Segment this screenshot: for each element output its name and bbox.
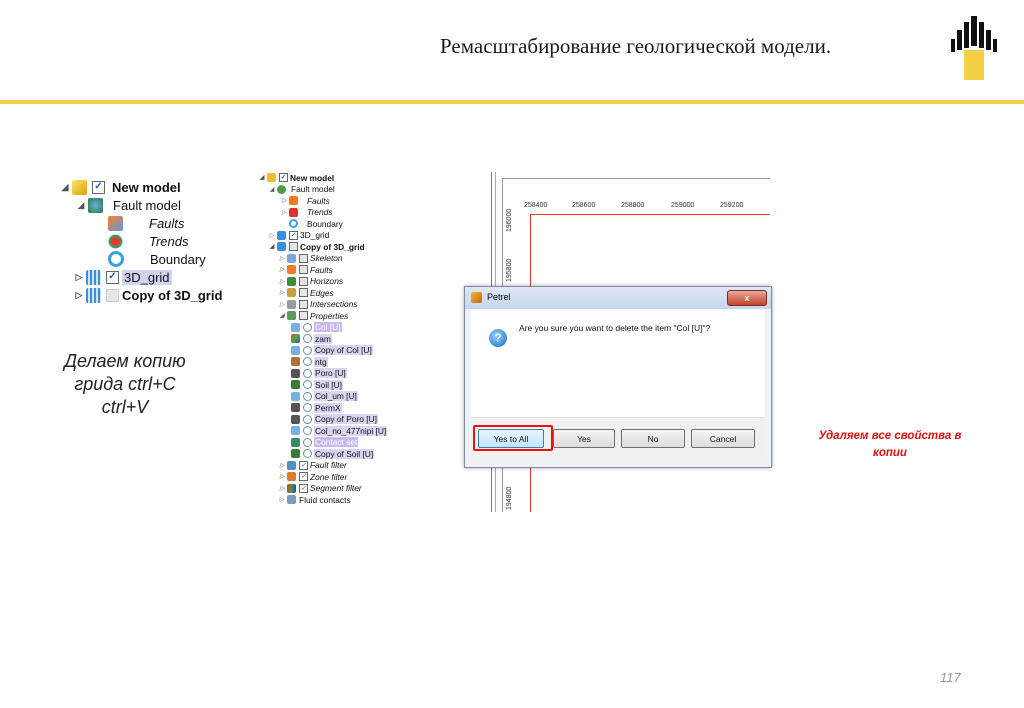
tree-item[interactable]: PermX	[290, 402, 342, 414]
tree-item[interactable]: Copy of Soil [U]	[290, 448, 375, 460]
header-divider	[0, 100, 1024, 104]
tree-item-boundary[interactable]: Boundary	[106, 250, 206, 268]
tree-item[interactable]: ntg	[290, 356, 328, 368]
cancel-button[interactable]: Cancel	[691, 429, 755, 448]
tree-item[interactable]: Col_um [U]	[290, 391, 358, 403]
tree-item[interactable]: ▷ Horizons	[278, 276, 343, 288]
tree-item[interactable]: ▷ Faults	[280, 195, 330, 207]
boundary-icon	[108, 251, 124, 267]
close-button[interactable]: x	[727, 290, 767, 306]
tree-item[interactable]: ▷ Faults	[278, 264, 333, 276]
y-tick: 195800	[506, 258, 513, 282]
tree-item[interactable]: ▷ Trends	[280, 207, 333, 219]
yes-to-all-button[interactable]: Yes to All	[478, 429, 544, 448]
visibility-checkbox[interactable]	[106, 270, 119, 284]
tree-item[interactable]: ◢New model	[258, 172, 335, 184]
y-tick: 194800	[506, 486, 513, 510]
no-button[interactable]: No	[621, 429, 685, 448]
tree-item-new-model[interactable]: ◢ New model	[60, 178, 181, 196]
tree-item[interactable]: ◢ Fault model	[268, 184, 335, 196]
tree-item-fault-model[interactable]: ◢ Fault model	[76, 196, 181, 214]
page-number: 117	[940, 670, 961, 685]
grid-icon	[86, 287, 101, 303]
tree-item[interactable]: Col_no_477nipi [U]	[290, 425, 388, 437]
note-delete-properties: Удаляем все свойства в копии	[818, 430, 962, 459]
tree-item[interactable]: ▷Zone filter	[278, 471, 348, 483]
tree-item-trends[interactable]: Trends	[106, 232, 189, 250]
tree-item[interactable]: Poro [U]	[290, 368, 347, 380]
visibility-checkbox[interactable]	[106, 288, 119, 302]
slide-title: Ремасштабирование геологической модели.	[440, 34, 832, 58]
tree-item[interactable]: ▷ Skeleton	[278, 253, 343, 265]
rosneft-logo-icon	[951, 16, 997, 80]
tree-item[interactable]: Copy of Col [U]	[290, 345, 373, 357]
tree-item[interactable]: zam	[290, 333, 332, 345]
x-tick: 259200	[720, 202, 744, 209]
tree-item[interactable]: ◢ Copy of 3D_grid	[268, 241, 365, 253]
close-icon: x	[744, 293, 750, 303]
tree-item[interactable]: Copy of Poro [U]	[290, 414, 378, 426]
dialog-message: Are you sure you want to delete the item…	[519, 323, 711, 333]
tree-item[interactable]: Boundary	[280, 218, 343, 230]
x-tick: 258800	[621, 202, 645, 209]
tree-item[interactable]: ▷ Intersections	[278, 299, 358, 311]
fault-model-icon	[88, 197, 103, 213]
faults-icon	[108, 215, 123, 231]
tree-item[interactable]: ▷3D_grid	[268, 230, 330, 242]
grid-icon	[86, 269, 101, 285]
dialog-title: Petrel	[487, 292, 511, 302]
dialog-titlebar[interactable]: Petrel x	[465, 287, 771, 309]
x-tick: 258600	[572, 202, 596, 209]
tree-item[interactable]: Col [U]	[290, 322, 342, 334]
x-tick: 258400	[524, 202, 548, 209]
expand-icon[interactable]: ▷	[74, 290, 84, 301]
yes-button[interactable]: Yes	[553, 429, 615, 448]
note-copy-grid: Делаем копию грида ctrl+C ctrl+V	[64, 351, 186, 417]
question-icon: ?	[489, 329, 507, 347]
collapse-icon[interactable]: ◢	[76, 200, 86, 211]
tree-item[interactable]: Soil [U]	[290, 379, 343, 391]
y-tick: 196000	[506, 208, 513, 232]
model-cube-icon	[72, 179, 87, 195]
confirm-delete-dialog: Petrel x ? Are you sure you want to dele…	[464, 286, 772, 468]
tree-item-faults[interactable]: Faults	[106, 214, 184, 232]
x-tick: 259000	[671, 202, 695, 209]
tree-item-3d-grid[interactable]: ▷ 3D_grid	[74, 268, 172, 286]
collapse-icon[interactable]: ◢	[60, 182, 70, 193]
visibility-checkbox[interactable]	[92, 180, 105, 194]
expand-icon[interactable]: ▷	[74, 272, 84, 283]
tree-item[interactable]: ▷Fault filter	[278, 460, 347, 472]
trends-icon	[108, 233, 123, 249]
tree-item[interactable]: ▷ Edges	[278, 287, 334, 299]
tree-item[interactable]: Contact set	[290, 437, 359, 449]
tree-item[interactable]: ▷ Fluid contacts	[278, 494, 351, 506]
tree-item[interactable]: ▷Segment filter	[278, 483, 362, 495]
tree-item[interactable]: ◢ Properties	[278, 310, 348, 322]
tree-item-copy-of-3d-grid[interactable]: ▷ Copy of 3D_grid	[74, 286, 222, 304]
petrel-app-icon	[471, 292, 482, 303]
